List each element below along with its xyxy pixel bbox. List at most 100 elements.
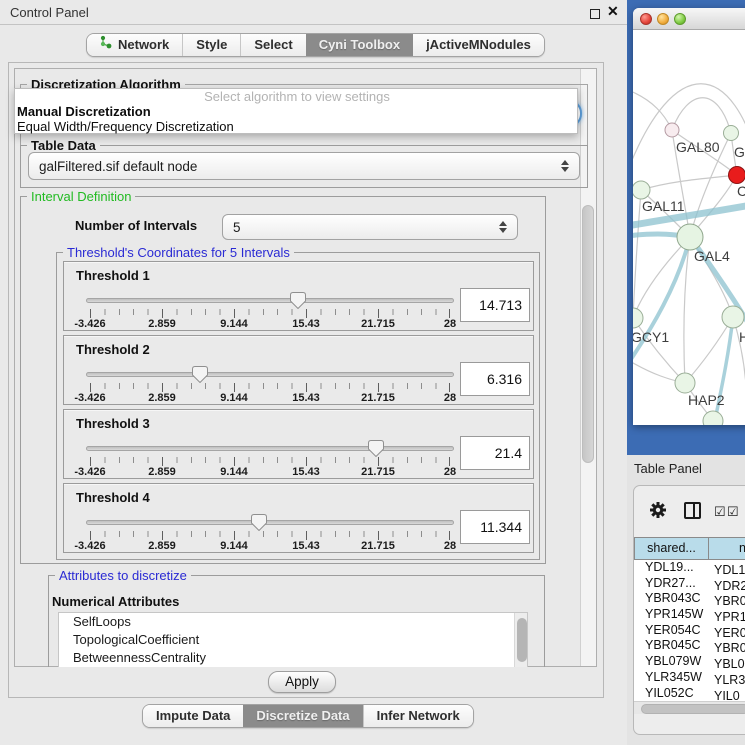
algorithm-dropdown-popup: Select algorithm to view settings Manual… <box>14 88 578 134</box>
table-data-combobox[interactable]: galFiltered.sif default node <box>28 152 580 180</box>
split-panel-icon[interactable] <box>684 502 701 519</box>
node-label-gal80: GAL80 <box>676 139 720 155</box>
number-of-intervals-value: 5 <box>233 220 241 235</box>
threshold-1-panel: Threshold 1 -3.4262.8599.14415.4321.7152… <box>63 261 534 331</box>
table-row[interactable]: YDR27...YDR2 <box>634 576 745 592</box>
tab-discretize-data[interactable]: Discretize Data <box>243 705 362 727</box>
threshold-1-slider[interactable] <box>86 298 454 303</box>
node-label-gcy1: GCY1 <box>633 329 669 345</box>
gear-icon[interactable] <box>648 500 668 525</box>
threshold-2-label: Threshold 2 <box>76 342 150 357</box>
threshold-3-value-field[interactable]: 21.4 <box>460 436 530 470</box>
node-gal11[interactable] <box>633 181 650 199</box>
node-h[interactable] <box>722 306 744 328</box>
table-row[interactable]: YPR145WYPR1 <box>634 607 745 623</box>
table-row[interactable]: YDL19...YDL1 <box>634 560 745 576</box>
spinner-arrows-icon <box>499 221 507 233</box>
slider-scale-labels: -3.4262.8599.14415.4321.71528 <box>90 392 450 405</box>
node-red-selected[interactable] <box>729 167 745 184</box>
popup-placeholder-item[interactable]: Select algorithm to view settings <box>15 89 577 104</box>
interval-definition-title: Interval Definition <box>27 189 135 204</box>
slider-ticks <box>90 309 450 318</box>
tab-style[interactable]: Style <box>182 34 240 56</box>
tab-impute-data[interactable]: Impute Data <box>143 705 243 727</box>
minimize-traffic-light-icon[interactable] <box>657 13 669 25</box>
tab-cyni-toolbox[interactable]: Cyni Toolbox <box>306 34 413 56</box>
column-header-shared-name[interactable]: shared... <box>634 537 709 560</box>
threshold-3-slider[interactable] <box>86 446 454 451</box>
node-label-hap2: HAP2 <box>688 392 725 408</box>
list-scrollbar[interactable] <box>514 613 527 667</box>
node-gcy1[interactable] <box>633 308 643 328</box>
threshold-4-value-field[interactable]: 11.344 <box>460 510 530 544</box>
node-partial-top-right[interactable] <box>724 126 739 141</box>
tab-jactivemnodules[interactable]: jActiveMNodules <box>413 34 544 56</box>
table-row[interactable]: YER054CYER0 <box>634 623 745 639</box>
numerical-attributes-list: SelfLoops TopologicalCoefficient Between… <box>58 612 528 667</box>
slider-thumb-icon[interactable] <box>368 440 384 457</box>
table-row[interactable]: YBL079WYBL0 <box>634 654 745 670</box>
table-data-title: Table Data <box>27 138 100 153</box>
list-item[interactable]: SelfLoops <box>59 613 527 631</box>
list-scrollbar-thumb[interactable] <box>517 618 527 662</box>
table-row[interactable]: YBR043CYBR0 <box>634 591 745 607</box>
slider-thumb-icon[interactable] <box>290 292 306 309</box>
apply-button[interactable]: Apply <box>268 671 336 693</box>
close-traffic-light-icon[interactable] <box>640 13 652 25</box>
combobox-arrows-icon <box>561 160 569 172</box>
popup-option-manual-discretization[interactable]: Manual Discretization <box>15 104 577 119</box>
network-tab-icon <box>100 34 113 56</box>
threshold-1-value-field[interactable]: 14.713 <box>460 288 530 322</box>
table-header-row: shared... na <box>634 537 745 560</box>
table-panel-body: ☑ ☑ shared... na YDL19...YDL1 YDR27...YD… <box>633 485 745 735</box>
thresholds-group-title: Threshold's Coordinates for 5 Intervals <box>63 245 294 260</box>
table-row[interactable]: YIL052CYIL0 <box>634 686 745 702</box>
table-row[interactable]: YBR045CYBR0 <box>634 638 745 654</box>
node-gal80[interactable] <box>665 123 679 137</box>
vertical-scrollbar-thumb[interactable] <box>582 205 594 463</box>
slider-thumb-icon[interactable] <box>192 366 208 383</box>
slider-ticks <box>90 383 450 392</box>
threshold-2-value-field[interactable]: 6.316 <box>460 362 530 396</box>
tab-network[interactable]: Network <box>87 34 182 56</box>
close-icon[interactable]: ✕ <box>607 3 619 20</box>
zoom-traffic-light-icon[interactable] <box>674 13 686 25</box>
table-row[interactable]: YLR345WYLR3 <box>634 670 745 686</box>
horizontal-scrollbar[interactable] <box>634 701 745 714</box>
slider-thumb-icon[interactable] <box>251 514 267 531</box>
node-gal4[interactable] <box>677 224 703 250</box>
float-window-icon[interactable] <box>590 9 600 19</box>
list-item[interactable]: TopologicalCoefficient <box>59 631 527 649</box>
node-hap2[interactable] <box>675 373 695 393</box>
popup-option-equal-width[interactable]: Equal Width/Frequency Discretization <box>15 119 577 134</box>
attributes-group-title: Attributes to discretize <box>55 568 191 583</box>
network-window-titlebar[interactable] <box>633 8 745 30</box>
checkbox-icon[interactable]: ☑ <box>727 504 739 520</box>
slider-ticks <box>90 457 450 466</box>
checkbox-icon[interactable]: ☑ <box>714 504 726 520</box>
node-label-partial: GA <box>734 144 745 160</box>
numerical-attributes-label: Numerical Attributes <box>52 594 179 609</box>
panel-title: Control Panel <box>10 5 89 20</box>
tab-select[interactable]: Select <box>240 34 305 56</box>
threshold-4-slider[interactable] <box>86 520 454 525</box>
horizontal-scrollbar-thumb[interactable] <box>641 704 745 714</box>
table-panel-title: Table Panel <box>634 461 702 476</box>
node-label-gal11: GAL11 <box>642 198 685 214</box>
tab-network-label: Network <box>118 34 169 56</box>
threshold-4-label: Threshold 4 <box>76 490 150 505</box>
list-item[interactable]: BetweennessCentrality <box>59 649 527 667</box>
number-of-intervals-label: Number of Intervals <box>75 218 197 233</box>
threshold-2-slider[interactable] <box>86 372 454 377</box>
node-partial-bottom[interactable] <box>703 411 723 425</box>
column-header-name[interactable]: na <box>708 537 745 560</box>
bottom-tab-bar: Impute Data Discretize Data Infer Networ… <box>142 704 474 728</box>
threshold-2-panel: Threshold 2 -3.4262.8599.14415.4321.7152… <box>63 335 534 405</box>
slider-ticks <box>90 531 450 540</box>
tab-infer-network[interactable]: Infer Network <box>363 705 473 727</box>
network-canvas[interactable]: GAL80 GA C GAL11 GAL4 GCY1 H HAP2 <box>633 30 745 425</box>
threshold-3-panel: Threshold 3 -3.4262.8599.14415.4321.7152… <box>63 409 534 479</box>
number-of-intervals-spinner[interactable]: 5 <box>222 214 518 240</box>
slider-scale-labels: -3.4262.8599.14415.4321.71528 <box>90 466 450 479</box>
network-view-window[interactable]: GAL80 GA C GAL11 GAL4 GCY1 H HAP2 <box>633 8 745 425</box>
